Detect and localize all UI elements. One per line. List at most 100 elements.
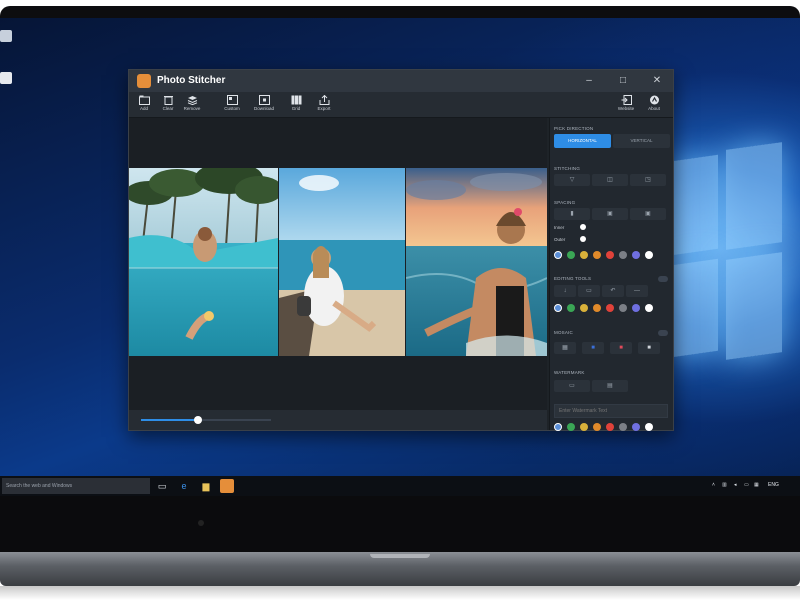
taskbar-search[interactable]: Search the web and Windows: [2, 478, 150, 494]
close-button[interactable]: ✕: [649, 73, 665, 89]
spacing-option-3[interactable]: ▣: [630, 208, 666, 220]
about-button[interactable]: About: [641, 94, 667, 116]
tray-battery-icon[interactable]: ▭: [744, 482, 749, 488]
download-button[interactable]: Download: [251, 94, 277, 116]
spacing-option-1[interactable]: ▮: [554, 208, 590, 220]
swatch-yellow[interactable]: [580, 251, 588, 259]
wm-swatch-gray[interactable]: [619, 423, 627, 431]
clear-button[interactable]: Clear: [155, 94, 181, 116]
minimize-button[interactable]: –: [581, 73, 597, 89]
custom-label: Custom: [224, 106, 240, 111]
edit-swatch-yellow[interactable]: [580, 304, 588, 312]
wm-swatch-blue[interactable]: [554, 423, 562, 431]
watermark-option-1[interactable]: ▭: [554, 380, 590, 392]
export-button[interactable]: Export: [311, 94, 337, 116]
wm-swatch-red[interactable]: [606, 423, 614, 431]
wm-swatch-yellow[interactable]: [580, 423, 588, 431]
tray-volume-icon[interactable]: ◂: [734, 482, 737, 488]
photo-2[interactable]: [279, 168, 405, 356]
maximize-button[interactable]: □: [615, 73, 631, 89]
wm-swatch-orange[interactable]: [593, 423, 601, 431]
mosaic-toggle[interactable]: [658, 330, 668, 336]
desktop-icon-recycle-bin[interactable]: [0, 28, 14, 44]
mosaic-option-2[interactable]: ■: [582, 342, 604, 354]
website-button[interactable]: Website: [613, 94, 639, 116]
stitch-canvas[interactable]: [129, 118, 547, 410]
swatch-green[interactable]: [567, 251, 575, 259]
swatch-white[interactable]: [645, 251, 653, 259]
edit-tool-2[interactable]: ▭: [578, 285, 600, 297]
file-explorer-icon[interactable]: ▆: [200, 480, 212, 492]
swatch-orange[interactable]: [593, 251, 601, 259]
custom-button[interactable]: Custom: [219, 94, 245, 116]
stitch-option-3[interactable]: ◳: [630, 174, 666, 186]
zoom-slider-thumb[interactable]: [194, 416, 203, 424]
edge-browser-icon[interactable]: e: [178, 480, 190, 492]
tray-keyboard-icon[interactable]: ▦: [754, 482, 759, 488]
mosaic-option-3[interactable]: ■: [610, 342, 632, 354]
sunset-sea-photo: [406, 168, 547, 356]
export-label: Export: [317, 106, 331, 111]
edit-swatch-blue[interactable]: [554, 304, 562, 312]
wm-swatch-green[interactable]: [567, 423, 575, 431]
edit-tool-1[interactable]: ↓: [554, 285, 576, 297]
wm-swatch-white[interactable]: [645, 423, 653, 431]
photo-1[interactable]: [129, 168, 278, 356]
settings-panel: PICK DIRECTION HORIZONTAL VERTICAL STITC…: [549, 118, 673, 431]
horizontal-toggle[interactable]: HORIZONTAL: [554, 134, 611, 148]
taskbar: Search the web and Windows ▭ e ▆ ˄ ▥ ◂ ▭…: [0, 476, 800, 496]
website-label: Website: [617, 106, 635, 111]
edit-swatch-red[interactable]: [606, 304, 614, 312]
title-bar: Photo Stitcher – □ ✕: [129, 70, 673, 92]
desktop-icon-app[interactable]: [0, 70, 14, 86]
toolbar: Add Clear Remove Custom Download Grid Ex…: [129, 92, 673, 118]
vertical-label: VERTICAL: [630, 138, 653, 143]
add-label: Add: [139, 106, 148, 111]
swatch-blue[interactable]: [554, 251, 562, 259]
edit-swatch-purple[interactable]: [632, 304, 640, 312]
mosaic-title: MOSAIC: [554, 330, 573, 335]
horizontal-label: HORIZONTAL: [568, 138, 597, 143]
swatch-purple[interactable]: [632, 251, 640, 259]
stitch-option-1[interactable]: ▽: [554, 174, 590, 186]
tray-network-icon[interactable]: ▥: [722, 482, 727, 488]
zoom-slider-fill: [141, 419, 199, 421]
laptop-shadow: [0, 586, 800, 600]
inner-spacing-knob[interactable]: [580, 224, 586, 230]
tray-language[interactable]: ENG: [768, 482, 779, 488]
download-label: Download: [253, 106, 274, 111]
editing-tools-toggle[interactable]: [658, 276, 668, 282]
edit-tool-4[interactable]: —: [626, 285, 648, 297]
app-shortcut-icon: [0, 72, 12, 84]
task-view-icon[interactable]: ▭: [156, 480, 168, 492]
stitch-option-2[interactable]: ◫: [592, 174, 628, 186]
remove-button[interactable]: Remove: [179, 94, 205, 116]
zoom-slider-bar: [129, 410, 547, 430]
watermark-title: WATERMARK: [554, 370, 585, 375]
laptop-hinge-notch: [370, 554, 430, 558]
swatch-gray[interactable]: [619, 251, 627, 259]
edit-tool-3[interactable]: ↶: [602, 285, 624, 297]
swatch-red[interactable]: [606, 251, 614, 259]
edit-swatch-gray[interactable]: [619, 304, 627, 312]
outer-spacing-knob[interactable]: [580, 236, 586, 242]
grid-button[interactable]: Grid: [283, 94, 309, 116]
watermark-text-input[interactable]: [554, 404, 668, 418]
tray-chevron-icon[interactable]: ˄: [712, 482, 715, 488]
photo-stitcher-taskbar-icon[interactable]: [220, 479, 234, 493]
add-button[interactable]: Add: [131, 94, 157, 116]
edit-swatch-green[interactable]: [567, 304, 575, 312]
mosaic-option-1[interactable]: ▦: [554, 342, 576, 354]
window-title: Photo Stitcher: [157, 75, 226, 86]
photo-3[interactable]: [406, 168, 547, 356]
windows-logo-wallpaper: [672, 138, 782, 378]
spacing-option-2[interactable]: ▣: [592, 208, 628, 220]
inner-label: Inner: [554, 225, 565, 230]
watermark-option-2[interactable]: ▤: [592, 380, 628, 392]
mosaic-option-4[interactable]: ■: [638, 342, 660, 354]
edit-swatch-orange[interactable]: [593, 304, 601, 312]
wm-swatch-purple[interactable]: [632, 423, 640, 431]
vertical-toggle[interactable]: VERTICAL: [613, 134, 670, 148]
download-icon: [258, 95, 270, 105]
edit-swatch-white[interactable]: [645, 304, 653, 312]
